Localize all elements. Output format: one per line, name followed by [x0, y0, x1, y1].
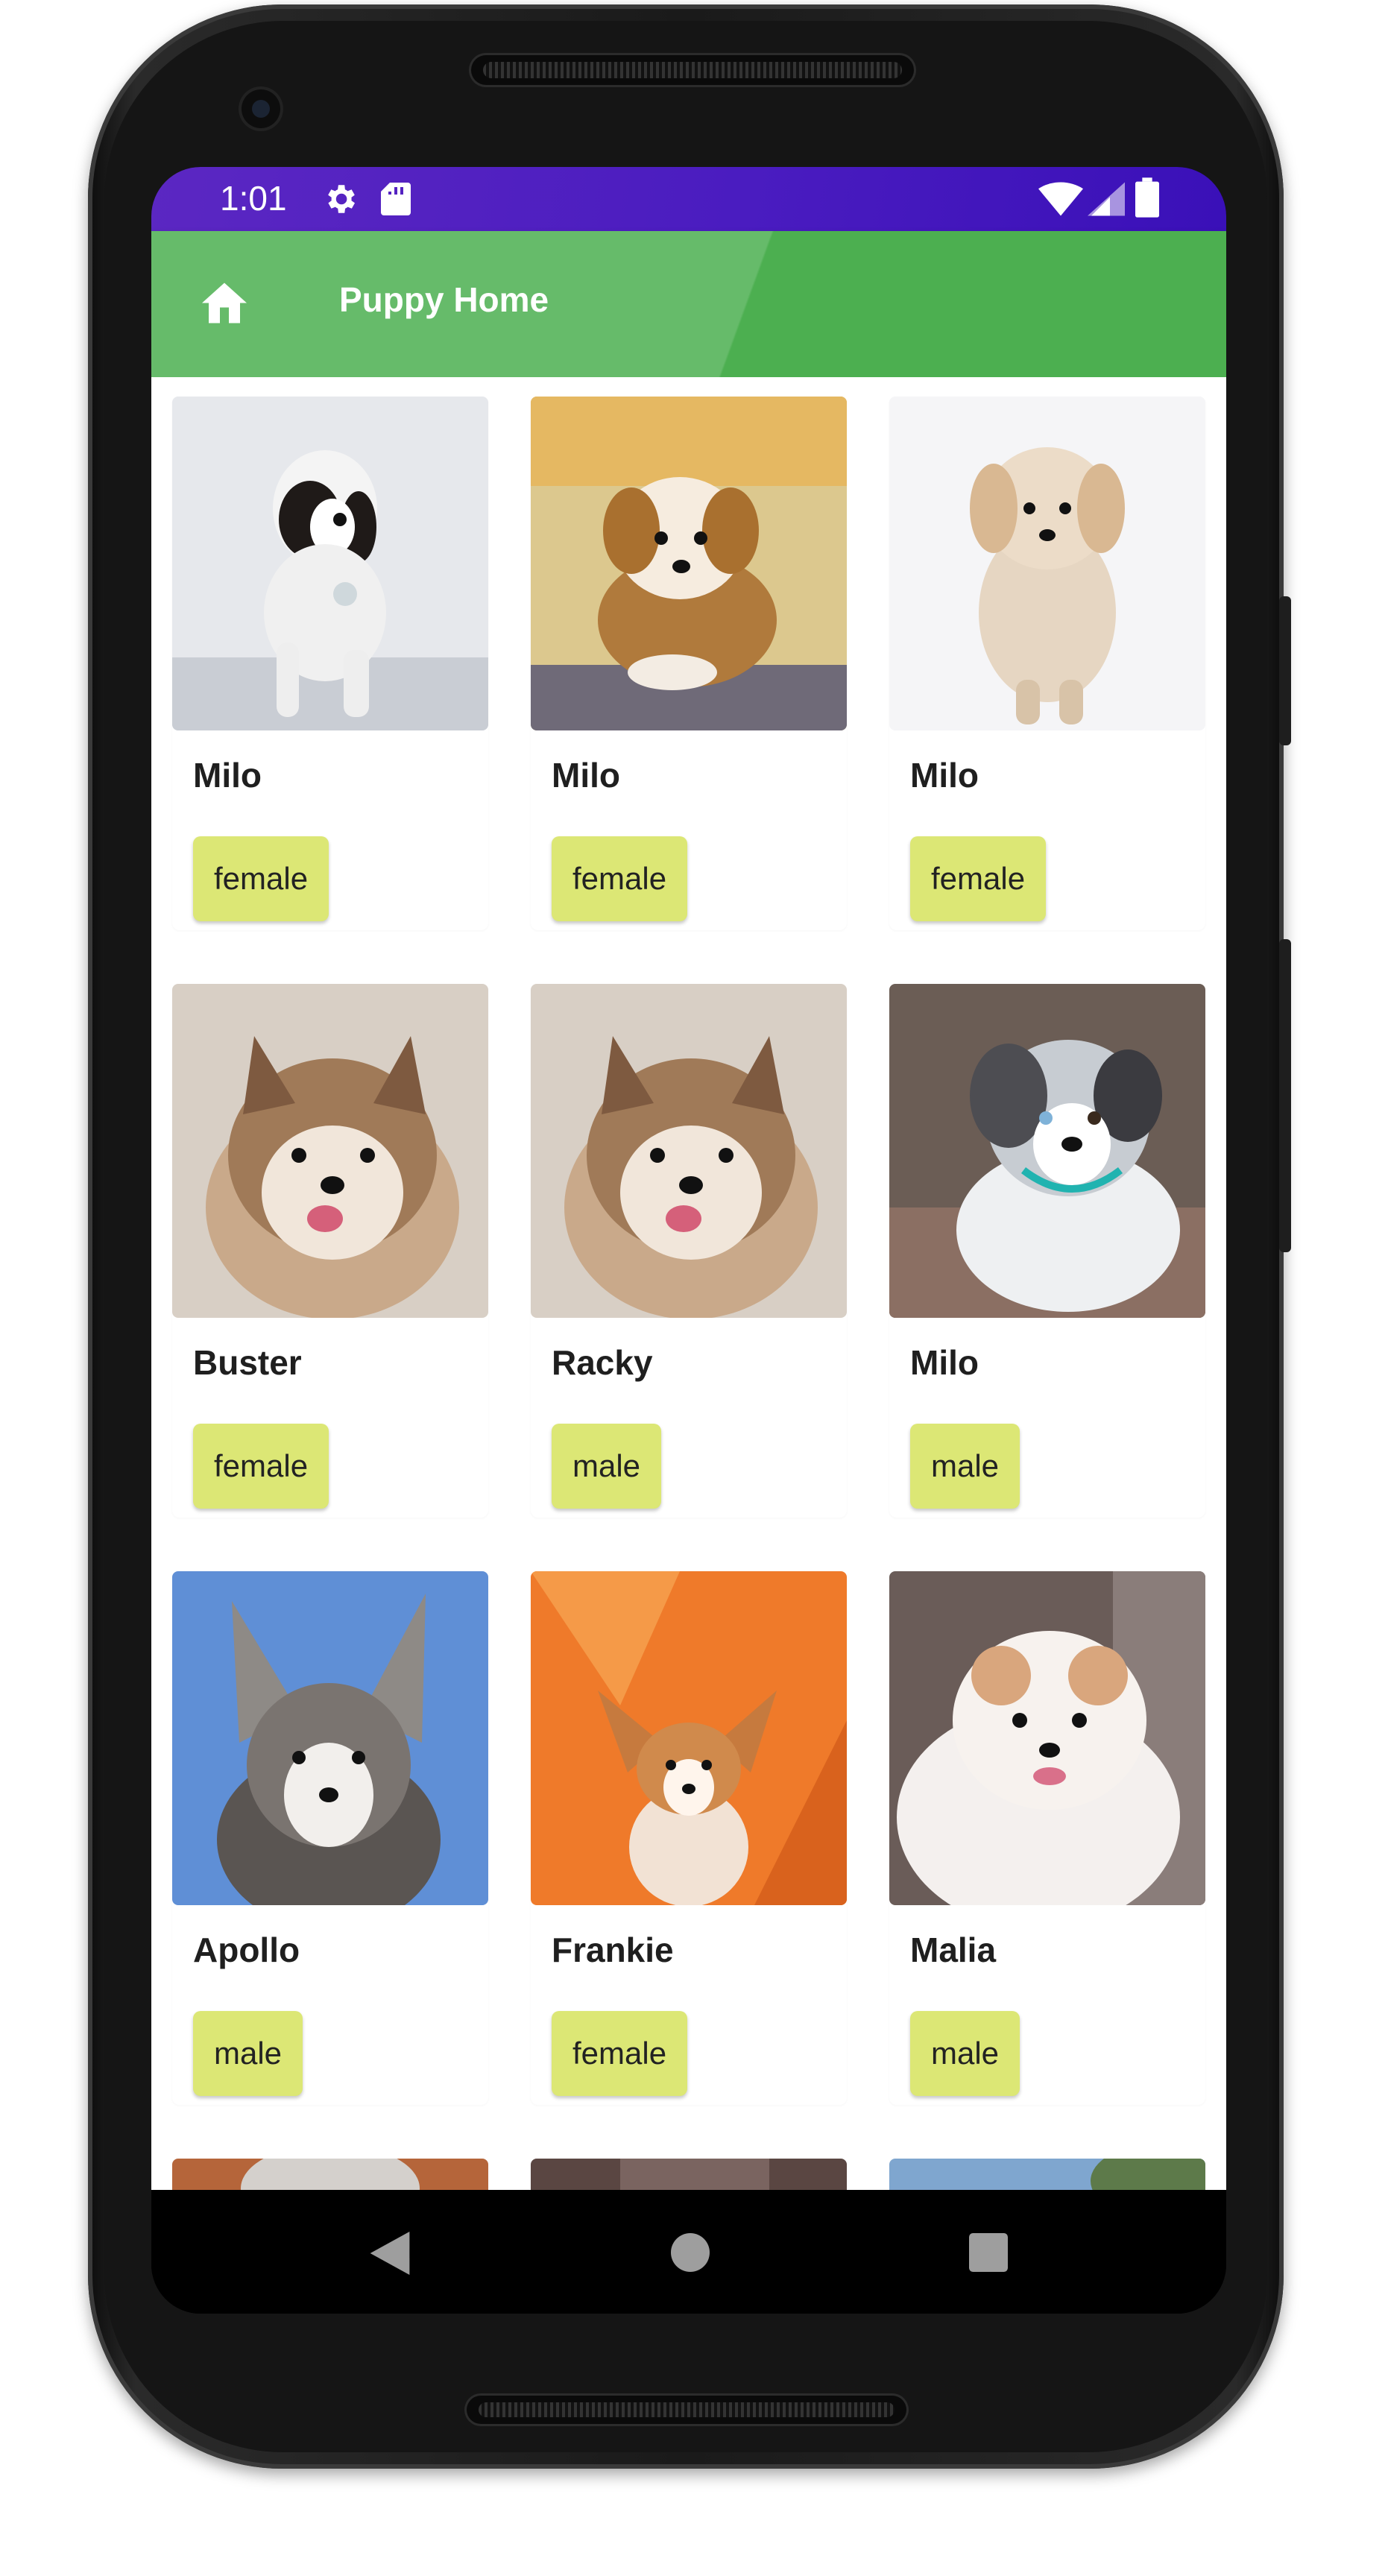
signal-icon	[1088, 182, 1125, 220]
puppy-card[interactable]: Milo female	[172, 397, 488, 930]
gender-chip[interactable]: female	[193, 836, 329, 921]
puppy-photo	[889, 397, 1205, 730]
puppy-grid[interactable]: Milo female Milo female Milo female Bust…	[151, 377, 1226, 2190]
recents-icon[interactable]	[969, 2233, 1008, 2276]
puppy-name: Milo	[552, 756, 620, 795]
gender-chip[interactable]: male	[910, 1424, 1020, 1509]
puppy-card[interactable]: Malia male	[889, 1571, 1205, 2105]
puppy-card[interactable]: Buster female	[172, 984, 488, 1518]
puppy-photo	[531, 1571, 847, 1905]
puppy-photo	[531, 397, 847, 730]
app-bar: Puppy Home	[151, 231, 1226, 377]
puppy-photo	[889, 1571, 1205, 1905]
battery-icon	[1135, 177, 1159, 221]
puppy-photo	[172, 397, 488, 730]
puppy-name: Milo	[910, 1343, 979, 1382]
puppy-card[interactable]: Milo female	[889, 397, 1205, 930]
gender-chip[interactable]: male	[193, 2011, 303, 2096]
front-camera	[242, 89, 280, 128]
gender-chip[interactable]: female	[193, 1424, 329, 1509]
screen: 1:01 Puppy Home Milo female Milo female …	[151, 167, 1226, 2314]
puppy-card[interactable]	[889, 2159, 1205, 2190]
gender-chip[interactable]: female	[552, 2011, 688, 2096]
puppy-name: Milo	[910, 756, 979, 795]
gender-chip[interactable]: female	[910, 836, 1047, 921]
gender-chip[interactable]: male	[552, 1424, 662, 1509]
puppy-card[interactable]: Apollo male	[172, 1571, 488, 2105]
bottom-speaker	[467, 2396, 906, 2424]
power-button	[1279, 596, 1291, 745]
puppy-photo	[531, 2159, 847, 2190]
gear-icon	[321, 180, 359, 221]
home-circle-icon[interactable]	[671, 2233, 710, 2276]
puppy-name: Malia	[910, 1931, 997, 1969]
gender-chip[interactable]: female	[552, 836, 688, 921]
puppy-name: Milo	[193, 756, 262, 795]
puppy-name: Racky	[552, 1343, 653, 1382]
volume-button	[1279, 939, 1291, 1252]
puppy-card[interactable]: Frankie female	[531, 1571, 847, 2105]
status-bar: 1:01	[151, 167, 1226, 231]
wifi-icon	[1038, 182, 1083, 220]
puppy-photo	[531, 984, 847, 1318]
puppy-photo	[172, 1571, 488, 1905]
puppy-photo	[172, 2159, 488, 2190]
status-time: 1:01	[220, 179, 287, 218]
navigation-bar	[151, 2190, 1226, 2314]
sd-card-icon	[381, 180, 411, 221]
back-icon[interactable]	[370, 2232, 410, 2279]
puppy-card[interactable]	[172, 2159, 488, 2190]
puppy-photo	[889, 2159, 1205, 2190]
gender-chip[interactable]: male	[910, 2011, 1020, 2096]
puppy-name: Apollo	[193, 1931, 300, 1969]
puppy-name: Frankie	[552, 1931, 674, 1969]
puppy-photo	[889, 984, 1205, 1318]
puppy-card[interactable]: Milo female	[531, 397, 847, 930]
puppy-card[interactable]: Racky male	[531, 984, 847, 1518]
top-speaker	[471, 55, 914, 85]
puppy-card[interactable]: Milo male	[889, 984, 1205, 1518]
puppy-card[interactable]	[531, 2159, 847, 2190]
puppy-photo	[172, 984, 488, 1318]
app-title: Puppy Home	[339, 280, 549, 319]
home-icon[interactable]	[198, 276, 251, 327]
puppy-name: Buster	[193, 1343, 302, 1382]
